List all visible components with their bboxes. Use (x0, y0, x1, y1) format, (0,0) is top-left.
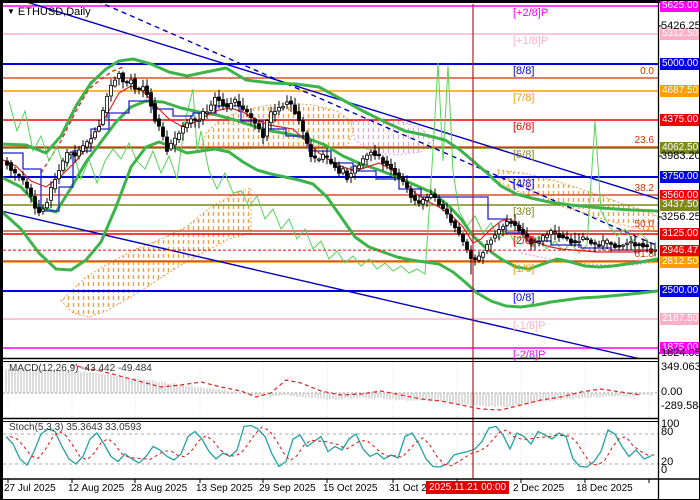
chart-canvas[interactable] (1, 1, 700, 500)
trendline[interactable] (1, 1, 658, 200)
ichimoku-cloud (497, 169, 658, 233)
trading-chart-window: ▼ ETHUSD,Daily MACD(12,26,9) -43.442 -49.… (0, 0, 700, 500)
ichimoku-cloud (60, 187, 252, 318)
indicator-line-green (8, 62, 650, 275)
macd-histogram (5, 368, 652, 408)
stoch-k-line (5, 424, 652, 468)
candles (5, 70, 657, 275)
